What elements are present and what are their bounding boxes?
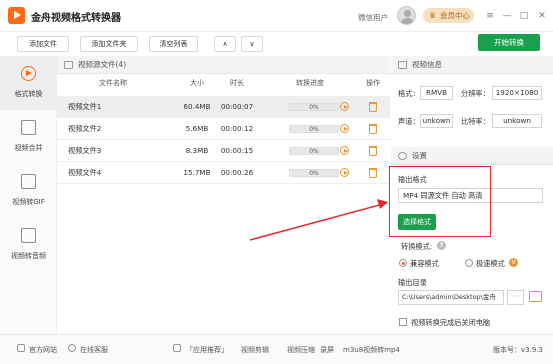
online-support-link[interactable]: 在线客服 <box>80 345 108 355</box>
more-button[interactable]: ··· <box>507 290 524 305</box>
vip-badge-icon: V <box>509 258 518 267</box>
compat-mode-label: 兼容模式 <box>410 259 439 268</box>
official-website-link[interactable]: 官方网站 <box>29 345 57 355</box>
folder-icon[interactable] <box>529 291 542 302</box>
recommend-label: 「应用推荐」 <box>186 346 228 354</box>
shutdown-checkbox[interactable] <box>399 318 407 326</box>
shutdown-label: 视频转换完成后关闭电脑 <box>411 318 491 327</box>
compat-mode-radio[interactable] <box>399 259 407 267</box>
output-dir-field[interactable]: C:\Users\admin\Desktop\金舟 <box>398 290 504 305</box>
version-label: 版本号：v3.9.3 <box>493 346 543 354</box>
link-video-edit[interactable]: 视频剪辑 <box>241 345 269 355</box>
status-bar: 官方网站 在线客服 「应用推荐」 视频剪辑 视频压缩 录屏 m3u8视频转mp4… <box>0 334 553 364</box>
recommend-icon <box>173 344 181 352</box>
help-icon[interactable]: ? <box>437 241 446 250</box>
annotation-arrow <box>249 199 388 241</box>
fast-mode-label: 极速模式 <box>476 259 505 268</box>
link-screen-record[interactable]: 录屏 <box>320 345 334 355</box>
output-dir-label: 输出目录 <box>398 278 427 287</box>
link-m3u8[interactable]: m3u8视频转mp4 <box>343 345 400 355</box>
mode-label: 转换模式: <box>401 242 433 251</box>
headset-icon <box>68 344 76 352</box>
fast-mode-radio[interactable] <box>465 259 473 267</box>
website-icon <box>17 344 25 352</box>
link-video-compress[interactable]: 视频压缩 <box>287 345 315 355</box>
